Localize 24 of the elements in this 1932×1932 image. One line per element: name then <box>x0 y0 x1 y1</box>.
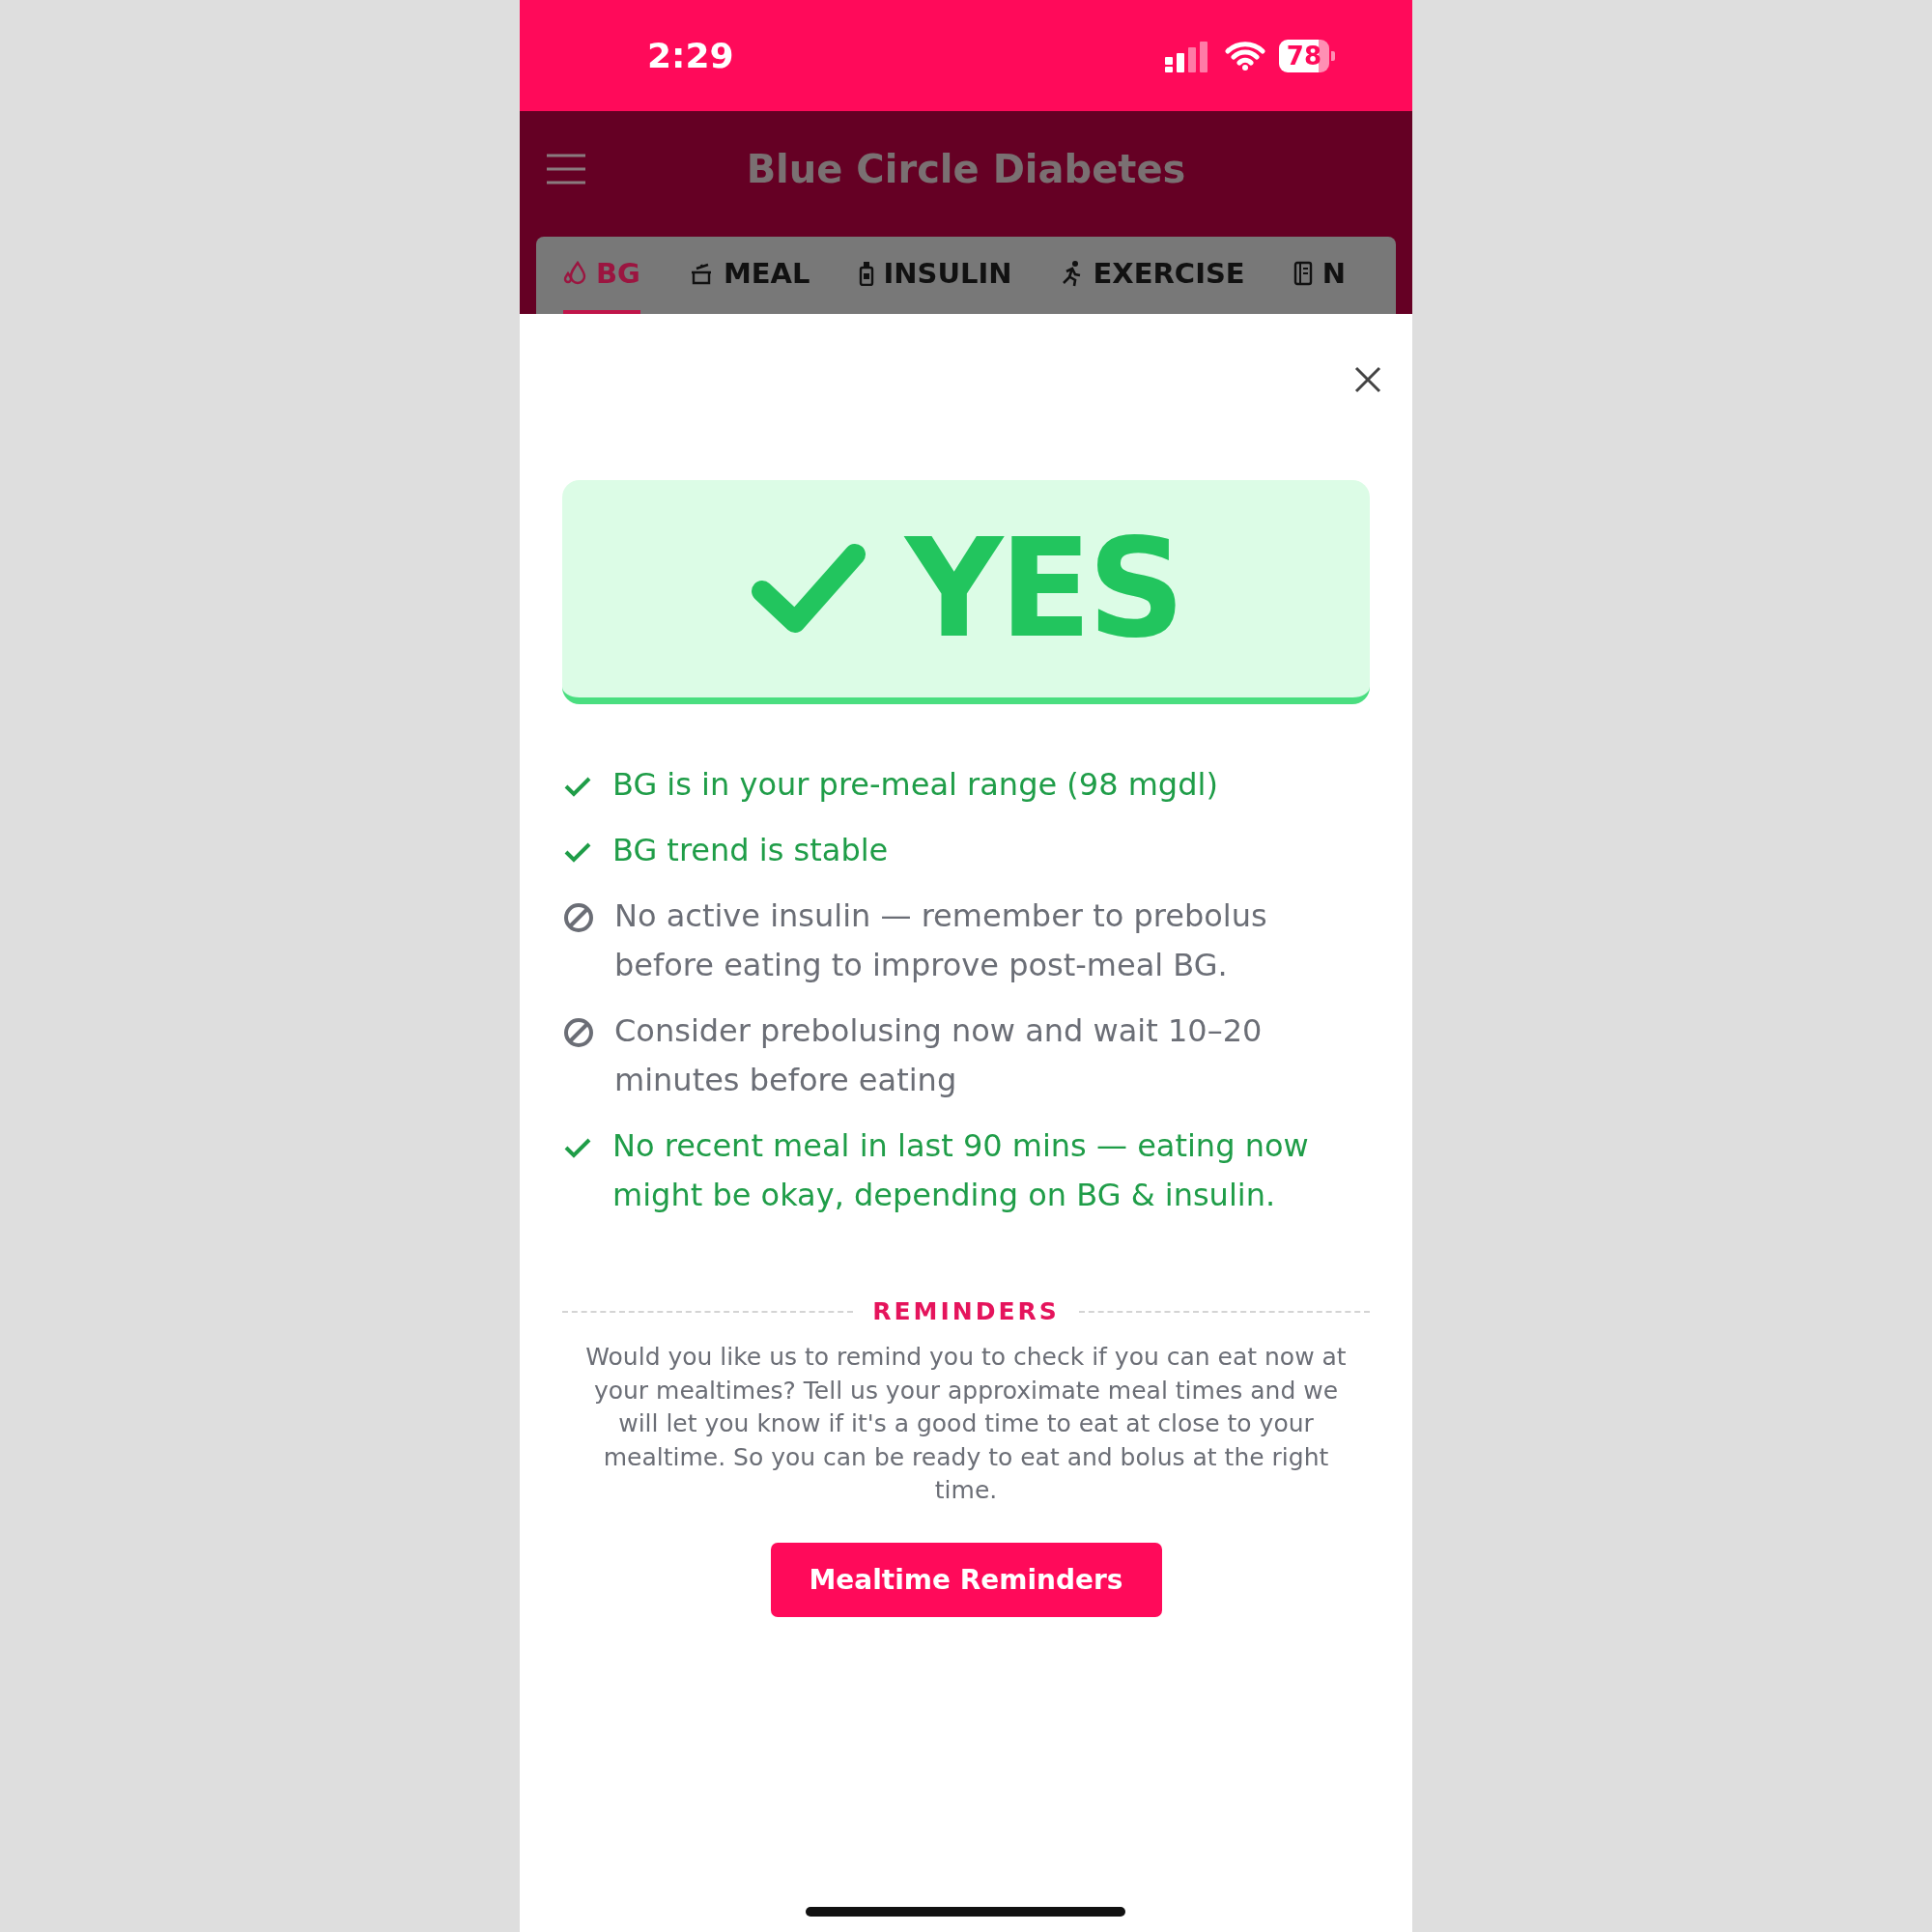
reminders-heading: REMINDERS <box>872 1297 1060 1325</box>
menu-icon[interactable] <box>547 154 585 185</box>
drops-icon <box>563 261 586 286</box>
tab[interactable]: MEAL <box>688 237 810 314</box>
check-item-text: No recent meal in last 90 mins — eating now might be okay, depending on BG & insulin. <box>612 1126 1310 1215</box>
prohibited-icon <box>562 1016 595 1049</box>
check-item-text: Consider prebolusing now and wait 10–20 minutes before eating <box>614 1011 1264 1100</box>
tab[interactable]: EXERCISE <box>1060 237 1245 314</box>
check-item-text: BG trend is stable <box>612 831 889 870</box>
check-item-text: No active insulin — remember to prebolus before eating to improve post-meal BG. <box>614 896 1268 985</box>
battery-indicator: 78 <box>1278 39 1329 72</box>
notebook-icon <box>1293 261 1313 286</box>
check-icon <box>751 542 867 636</box>
tab[interactable]: N <box>1293 237 1346 314</box>
tab[interactable]: INSULIN <box>858 237 1012 314</box>
app-title: Blue Circle Diabetes <box>746 147 1186 191</box>
check-item-text: BG is in your pre-meal range (98 mgdl) <box>612 765 1218 805</box>
wifi-icon <box>1224 40 1265 71</box>
verdict-text: YES <box>905 510 1181 668</box>
mealtime-reminders-button[interactable]: Mealtime Reminders <box>770 1542 1162 1617</box>
status-time: 2:29 <box>647 36 734 75</box>
reminders-text: Would you like us to remind you to check if you can eat now at your mealtimes? Tell us your approximate meal times and we will let you know if it's a good time to eat at close to your mealtime. So you can be ready to eat and bolus at the right time. <box>584 1342 1348 1506</box>
bottle-icon <box>858 261 874 286</box>
prohibited-icon <box>562 901 595 934</box>
